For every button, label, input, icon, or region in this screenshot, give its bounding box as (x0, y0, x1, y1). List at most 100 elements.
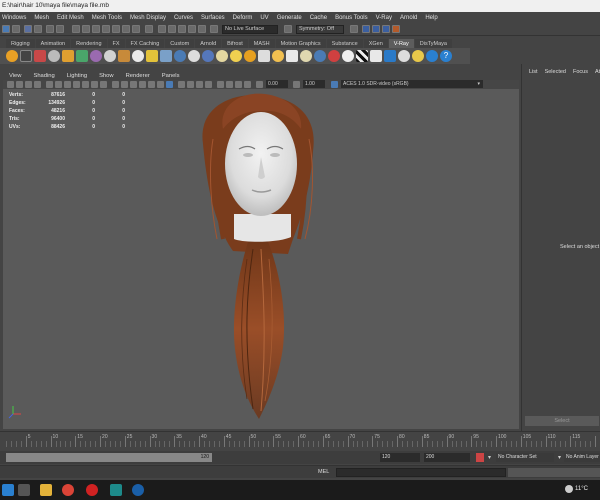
grid-icon[interactable] (46, 81, 53, 88)
mel-label[interactable]: MEL (318, 469, 329, 475)
symmetry-dropdown[interactable]: Symmetry: Off (296, 25, 344, 34)
shelf-tab-custom[interactable]: Custom (165, 39, 195, 48)
menu-help[interactable]: Help (425, 15, 437, 21)
screen-space-ao-icon[interactable] (178, 81, 185, 88)
grey-sphere-icon[interactable] (188, 50, 200, 62)
isolate-select-icon[interactable] (217, 81, 224, 88)
anim-end-field[interactable]: 200 (424, 453, 470, 462)
shelf-tab-xgen[interactable]: XGen (363, 39, 388, 48)
lock-selection-icon[interactable] (145, 25, 153, 33)
select-camera-icon[interactable] (7, 81, 14, 88)
cone-light-icon[interactable] (258, 50, 270, 62)
bookmark-icon[interactable] (25, 81, 32, 88)
white-ball-icon[interactable] (342, 50, 354, 62)
opera-icon[interactable] (86, 484, 98, 496)
menu-generate[interactable]: Generate (277, 15, 302, 21)
camera-attributes-icon[interactable] (16, 81, 23, 88)
half-sphere-icon[interactable] (216, 50, 228, 62)
time-slider[interactable]: 5 10 15 20 25 30 35 40 45 50 55 60 65 70 75 80 85 90 95 100… (0, 431, 600, 451)
chevron-down-icon[interactable]: ▾ (558, 454, 561, 461)
panel-menu-panels[interactable]: Panels (162, 73, 180, 79)
menu-curves[interactable]: Curves (174, 15, 193, 21)
time-slider-track[interactable]: 5 10 15 20 25 30 35 40 45 50 55 60 65 70 75 80 85 90 95 100… (6, 433, 600, 449)
snap-point-icon[interactable] (178, 25, 186, 33)
attr-tab-attr[interactable]: Attr (595, 69, 600, 75)
ipr-render-icon[interactable] (372, 25, 380, 33)
xray-active-icon[interactable] (244, 81, 251, 88)
shelf-tab-bifrost[interactable]: Bifrost (222, 39, 248, 48)
safe-title-icon[interactable] (100, 81, 107, 88)
image-plane-icon[interactable] (34, 81, 41, 88)
default-material-icon[interactable] (130, 81, 137, 88)
menu-windows[interactable]: Windows (2, 15, 26, 21)
select-button[interactable]: Select (525, 416, 599, 426)
anti-aliasing-icon[interactable] (196, 81, 203, 88)
spot-light-icon[interactable] (272, 50, 284, 62)
shadows-icon[interactable] (166, 81, 173, 88)
attr-tab-focus[interactable]: Focus (573, 69, 588, 75)
mel-input[interactable] (336, 468, 506, 477)
mesh-light-icon[interactable] (300, 50, 312, 62)
make-live-icon[interactable] (210, 25, 218, 33)
select-object-icon[interactable] (122, 25, 130, 33)
panel-menu-lighting[interactable]: Lighting (67, 73, 87, 79)
lamp-light-icon[interactable] (62, 50, 74, 62)
motion-blur-icon[interactable] (187, 81, 194, 88)
render-frame-icon[interactable] (362, 25, 370, 33)
smooth-shade-icon[interactable] (121, 81, 128, 88)
select-vertex-icon[interactable] (82, 25, 90, 33)
sun-light-icon[interactable] (244, 50, 256, 62)
field-chart-icon[interactable] (82, 81, 89, 88)
bulb-icon[interactable] (412, 50, 424, 62)
open-scene-icon[interactable] (24, 25, 32, 33)
shelf-tab-v-ray[interactable]: V-Ray (388, 39, 414, 48)
wireframe-on-shaded-icon[interactable] (139, 81, 146, 88)
file-explorer-icon[interactable] (40, 484, 52, 496)
color-management-icon[interactable] (331, 81, 338, 88)
vray-ipr-icon[interactable] (34, 50, 46, 62)
select-uv-icon[interactable] (112, 25, 120, 33)
dome-light-icon[interactable] (76, 50, 88, 62)
menu-v-ray[interactable]: V-Ray (376, 15, 392, 21)
select-edge-icon[interactable] (92, 25, 100, 33)
shelf-tab-mash[interactable]: MASH (248, 39, 275, 48)
film-gate-icon[interactable] (55, 81, 62, 88)
task-view-icon[interactable] (18, 484, 30, 496)
snap-view-icon[interactable] (188, 25, 196, 33)
panel-menu-renderer[interactable]: Renderer (126, 73, 150, 79)
hair-material-icon[interactable] (118, 50, 130, 62)
menu-deform[interactable]: Deform (233, 15, 253, 21)
blue-shape-icon[interactable] (384, 50, 396, 62)
live-surface-field[interactable]: No Live Surface (222, 25, 278, 34)
weather-temp[interactable]: 11°C (575, 486, 588, 492)
shelf-tab-arnold[interactable]: Arnold (195, 39, 222, 48)
vray-logo-icon[interactable] (426, 50, 438, 62)
exposure-field[interactable]: 0.00 (266, 80, 288, 88)
attr-tab-list[interactable]: List (529, 69, 538, 75)
wireframe-icon[interactable] (112, 81, 119, 88)
shelf-tab-fx[interactable]: FX (107, 39, 125, 48)
auto-key-icon[interactable] (476, 453, 484, 462)
cloud-icon[interactable] (398, 50, 410, 62)
menu-surfaces[interactable]: Surfaces (201, 15, 225, 21)
chevron-down-icon[interactable]: ▾ (488, 454, 491, 461)
render-settings-icon[interactable] (382, 25, 390, 33)
panel-menu-view[interactable]: View (9, 73, 21, 79)
panel-menu-show[interactable]: Show (99, 73, 114, 79)
snap-curve-icon[interactable] (168, 25, 176, 33)
safe-action-icon[interactable] (91, 81, 98, 88)
select-by-hierarchy-icon[interactable] (12, 25, 20, 33)
menu-mesh-display[interactable]: Mesh Display (130, 15, 166, 21)
attr-tab-selected[interactable]: Selected (545, 69, 566, 75)
menu-mesh[interactable]: Mesh (34, 15, 49, 21)
history-icon[interactable] (350, 25, 358, 33)
menu-bonus-tools[interactable]: Bonus Tools (335, 15, 368, 21)
vray-frame-buffer-icon[interactable] (20, 50, 32, 62)
resolution-gate-icon[interactable] (64, 81, 71, 88)
mode-selector-icon[interactable] (2, 25, 10, 33)
redo-icon[interactable] (56, 25, 64, 33)
chrome-icon[interactable] (62, 484, 74, 496)
select-mask-icon[interactable] (72, 25, 80, 33)
sphere-light-icon[interactable] (48, 50, 60, 62)
shelf-tab-rigging[interactable]: Rigging (6, 39, 35, 48)
